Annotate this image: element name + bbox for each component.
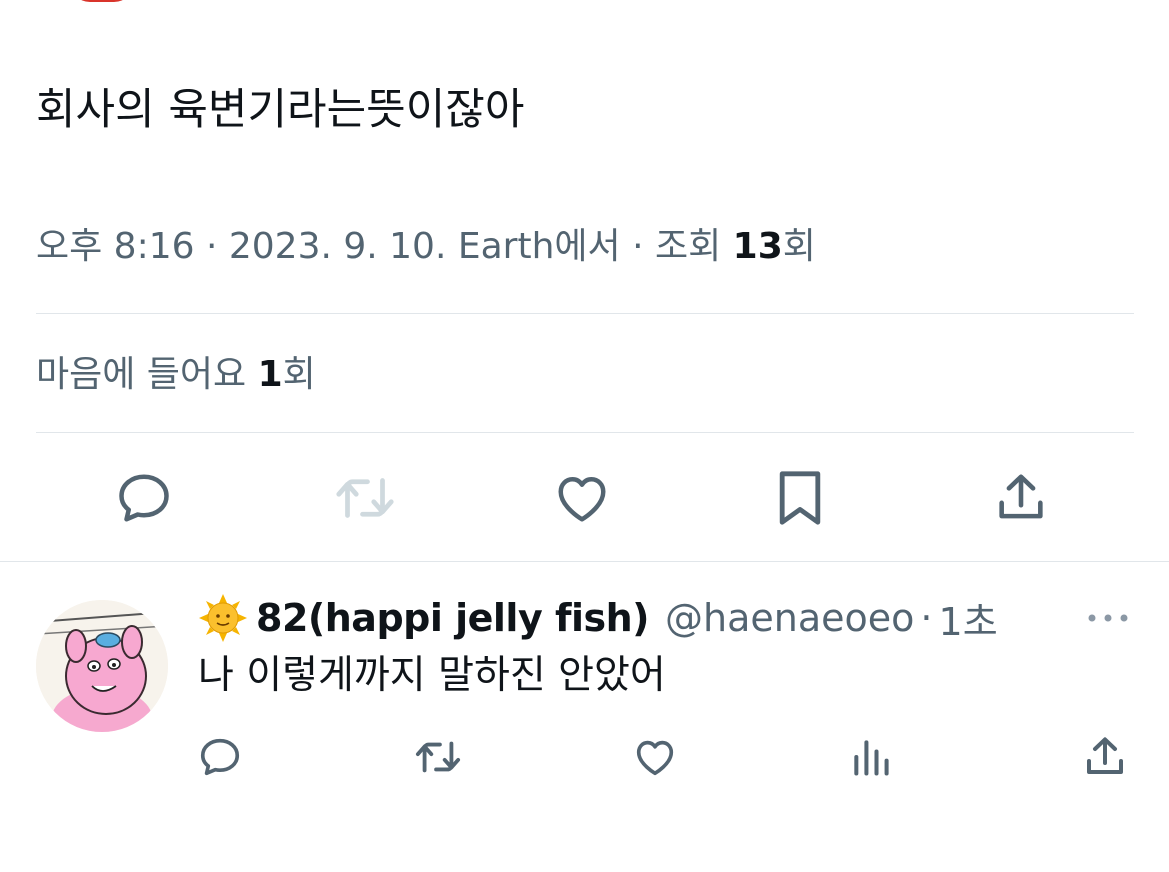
tweet-meta: 오후 8:16 · 2023. 9. 10. Earth에서 · 조회 13회 bbox=[36, 222, 816, 272]
likes-suffix: 회 bbox=[282, 354, 316, 395]
bookmark-icon bbox=[779, 471, 821, 525]
divider bbox=[36, 432, 1134, 433]
reply-like-button[interactable] bbox=[628, 734, 682, 780]
reply-icon bbox=[200, 738, 240, 776]
likes-stat[interactable]: 마음에 들어요 1회 bbox=[36, 350, 316, 400]
reply-handle[interactable]: @haenaeoeo bbox=[665, 596, 914, 640]
tweet-text: 회사의 육변기라는뜻이잖아 bbox=[36, 85, 525, 135]
share-button[interactable] bbox=[990, 466, 1052, 530]
reply-icon bbox=[119, 474, 169, 522]
like-icon bbox=[636, 740, 674, 776]
views-icon bbox=[854, 740, 889, 776]
reply-header: 82(happi jelly fish) @haenaeoeo · 1초 bbox=[198, 592, 998, 644]
more-dots-icon bbox=[1088, 614, 1128, 622]
reply-avatar[interactable] bbox=[36, 600, 168, 732]
tweet-timestamp-source: 오후 8:16 · 2023. 9. 10. Earth에서 · 조회 bbox=[36, 226, 733, 267]
like-button[interactable] bbox=[550, 468, 614, 528]
more-options-button[interactable] bbox=[1080, 596, 1136, 640]
retweet-button[interactable] bbox=[330, 468, 400, 528]
reply-display-name[interactable]: 82(happi jelly fish) bbox=[256, 596, 650, 640]
retweet-icon bbox=[415, 741, 461, 773]
reply-text: 나 이렇게까지 말하진 안았어 bbox=[198, 653, 666, 698]
likes-label: 마음에 들어요 bbox=[36, 354, 258, 395]
sun-with-face-icon bbox=[199, 594, 247, 642]
reply-share-button[interactable] bbox=[1078, 732, 1132, 782]
likes-count: 1 bbox=[257, 354, 283, 395]
like-icon bbox=[558, 477, 606, 522]
share-icon bbox=[1087, 737, 1123, 774]
share-icon bbox=[999, 474, 1043, 519]
bookmark-button[interactable] bbox=[770, 466, 830, 530]
author-avatar-edge[interactable] bbox=[70, 0, 134, 2]
divider bbox=[36, 313, 1134, 314]
retweet-icon bbox=[336, 478, 394, 518]
reply-timestamp[interactable]: 1초 bbox=[939, 591, 998, 646]
views-count: 13 bbox=[732, 226, 783, 267]
views-suffix: 회 bbox=[782, 226, 816, 267]
reply-views-button[interactable] bbox=[846, 734, 896, 780]
reply-retweet-button[interactable] bbox=[410, 734, 466, 780]
divider bbox=[0, 561, 1169, 562]
reply-separator: · bbox=[920, 596, 933, 640]
reply-button[interactable] bbox=[112, 468, 176, 528]
reply-reply-button[interactable] bbox=[192, 734, 248, 780]
